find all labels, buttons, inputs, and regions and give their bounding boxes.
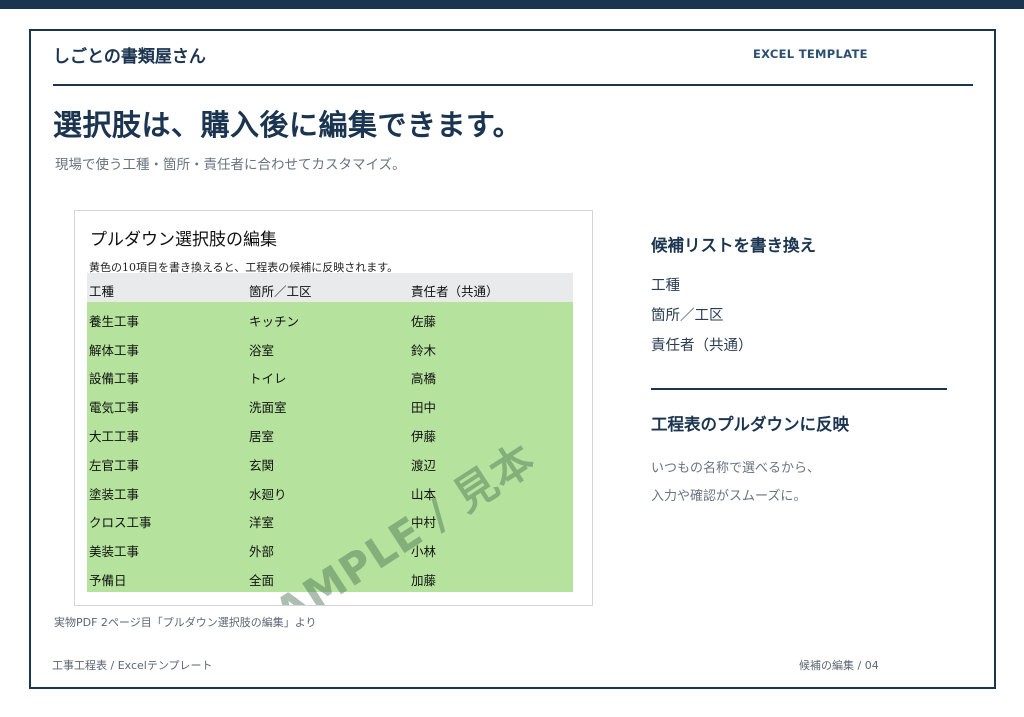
trade-cell: 予備日	[89, 572, 127, 588]
top-accent-bar	[0, 0, 1024, 9]
trade-cell: 電気工事	[89, 400, 140, 416]
location-cell: キッチン	[249, 313, 300, 329]
table-row: 養生工事 キッチン 佐藤	[87, 302, 573, 331]
table-header-row: 工種 箇所／工区 責任者（共通）	[87, 273, 573, 302]
page-subtitle: 現場で使う工種・箇所・責任者に合わせてカスタマイズ。	[55, 157, 406, 173]
trade-cell: 塗装工事	[89, 486, 140, 502]
sheet-title: プルダウン選択肢の編集	[90, 230, 277, 250]
side-divider	[651, 388, 947, 390]
side-item-location: 箇所／工区	[651, 308, 724, 324]
preview-caption: 実物PDF 2ページ目「プルダウン選択肢の編集」より	[54, 616, 317, 629]
side-item-manager: 責任者（共通）	[651, 338, 753, 354]
table-row: 設備工事 トイレ 高橋	[87, 360, 573, 389]
table-row: クロス工事 洋室 中村	[87, 504, 573, 533]
manager-cell: 鈴木	[411, 342, 437, 358]
header-divider	[53, 84, 973, 86]
location-cell: 洗面室	[249, 400, 287, 416]
trade-cell: 美装工事	[89, 544, 140, 560]
manager-cell: 田中	[411, 400, 437, 416]
table-row: 解体工事 浴室 鈴木	[87, 331, 573, 360]
trade-cell: 左官工事	[89, 457, 140, 473]
location-cell: 浴室	[249, 342, 275, 358]
side-item-trade: 工種	[651, 278, 680, 294]
column-header-location: 箇所／工区	[249, 284, 312, 299]
column-header-trade: 工種	[89, 284, 115, 299]
footer-left: 工事工程表 / Excelテンプレート	[52, 659, 213, 672]
location-cell: 居室	[249, 428, 275, 444]
location-cell: トイレ	[249, 371, 287, 387]
location-cell: 玄関	[249, 457, 275, 473]
location-cell: 水廻り	[249, 486, 287, 502]
manager-cell: 高橋	[411, 371, 437, 387]
footer-page-label: 候補の編集 / 04	[799, 659, 879, 672]
trade-cell: 解体工事	[89, 342, 140, 358]
spreadsheet-preview: プルダウン選択肢の編集 黄色の10項目を書き換えると、工程表の候補に反映されます…	[74, 210, 593, 606]
table-row: 電気工事 洗面室 田中	[87, 388, 573, 417]
template-tag: EXCEL TEMPLATE	[753, 47, 868, 61]
trade-cell: 設備工事	[89, 371, 140, 387]
side-heading-reflect: 工程表のプルダウンに反映	[651, 415, 849, 434]
side-text-line1: いつもの名称で選べるから、	[651, 461, 821, 476]
page-title: 選択肢は、購入後に編集できます。	[53, 108, 523, 142]
side-text-line2: 入力や確認がスムーズに。	[651, 489, 807, 504]
side-heading-edit-list: 候補リストを書き換え	[651, 236, 816, 255]
trade-cell: クロス工事	[89, 515, 152, 531]
manager-cell: 加藤	[411, 572, 437, 588]
trade-cell: 大工工事	[89, 428, 140, 444]
brand-name: しごとの書類屋さん	[53, 47, 206, 67]
trade-cell: 養生工事	[89, 313, 140, 329]
column-header-manager: 責任者（共通）	[411, 284, 499, 299]
manager-cell: 佐藤	[411, 313, 437, 329]
